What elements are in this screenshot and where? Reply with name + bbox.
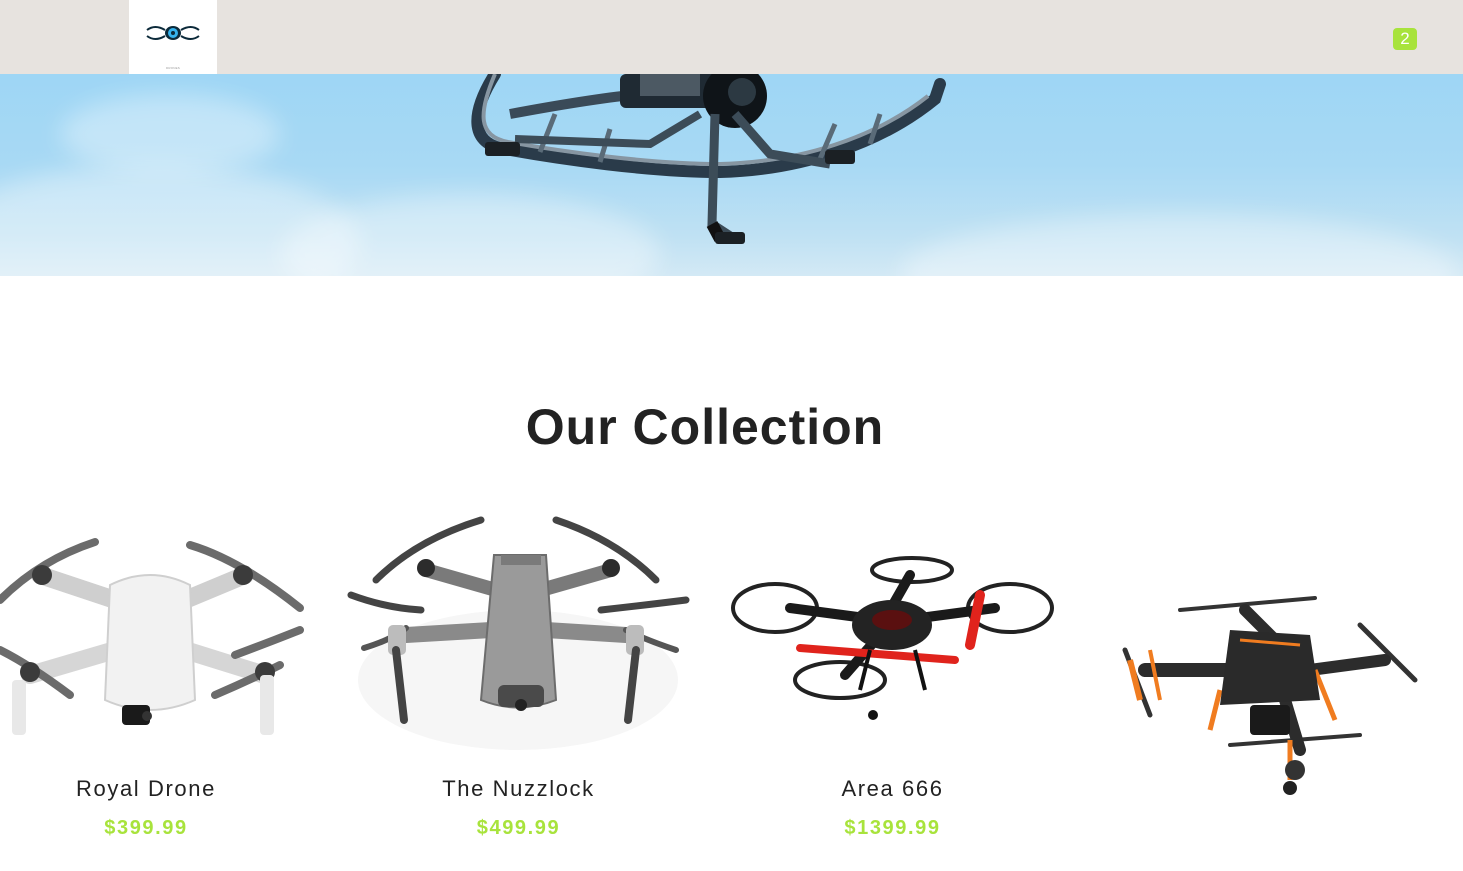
cart-count-badge[interactable]: 2 xyxy=(1393,28,1417,50)
hero-banner xyxy=(0,74,1463,276)
product-image[interactable] xyxy=(730,500,1055,730)
page: DRONES 2 Our Collection Royal Drone $399… xyxy=(0,0,1463,871)
drone-logo-icon xyxy=(146,26,200,40)
product-name[interactable]: The Nuzzlock xyxy=(346,776,691,802)
hero-drone-image xyxy=(471,74,946,244)
product-card[interactable]: The Nuzzlock $499.99 xyxy=(346,500,691,860)
product-card[interactable]: Area 666 $1399.99 xyxy=(730,500,1055,860)
product-image[interactable] xyxy=(1120,500,1420,800)
product-name[interactable]: Area 666 xyxy=(730,776,1055,802)
collection-title: Our Collection xyxy=(525,398,885,455)
site-logo[interactable]: DRONES xyxy=(129,0,217,74)
product-price: $399.99 xyxy=(104,817,188,839)
logo-tagline: DRONES xyxy=(165,66,181,70)
product-card[interactable] xyxy=(1120,500,1420,860)
product-name[interactable]: Royal Drone xyxy=(0,776,292,802)
product-price: $1399.99 xyxy=(844,817,941,839)
product-price: $499.99 xyxy=(476,817,561,839)
product-image[interactable] xyxy=(346,500,691,750)
product-image[interactable] xyxy=(0,500,310,740)
product-card[interactable]: Royal Drone $399.99 xyxy=(0,500,304,860)
site-header: DRONES 2 xyxy=(0,0,1463,74)
